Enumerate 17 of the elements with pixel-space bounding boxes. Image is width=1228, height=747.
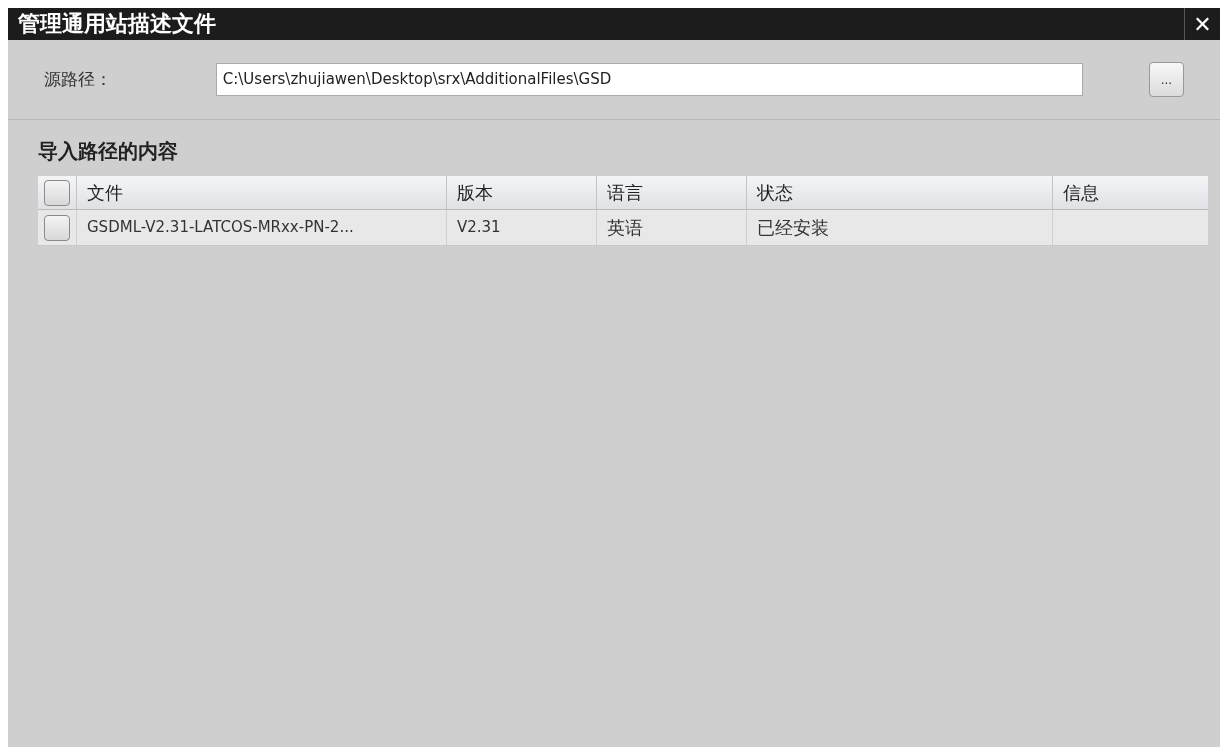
table-cell-text: V2.31: [457, 217, 501, 239]
column-header[interactable]: 版本: [446, 176, 596, 209]
source-label: 源路径：: [44, 67, 113, 91]
column-header[interactable]: 语言: [596, 176, 746, 209]
path-field[interactable]: C:\Users\zhujiawen\Desktop\srx\AdditionalFiles\GSD: [215, 63, 1083, 96]
table-cell-text: 英语: [607, 216, 643, 240]
section-title: 导入路径的内容: [38, 138, 179, 165]
column-header[interactable]: 信息: [1052, 176, 1198, 209]
window-title: 管理通用站描述文件: [17, 13, 216, 35]
checkbox[interactable]: [44, 179, 70, 206]
column-header[interactable]: 状态: [746, 176, 1052, 209]
table-cell-text: GSDML-V2.31-LATCOS-MRxx-PN-2...: [87, 217, 354, 239]
checkbox[interactable]: [44, 214, 70, 241]
table-cell-text: 已经安装: [757, 216, 829, 240]
browse-button[interactable]: ...: [1148, 62, 1184, 97]
close-button[interactable]: ✕: [1184, 8, 1220, 40]
column-header[interactable]: 文件: [76, 176, 446, 209]
